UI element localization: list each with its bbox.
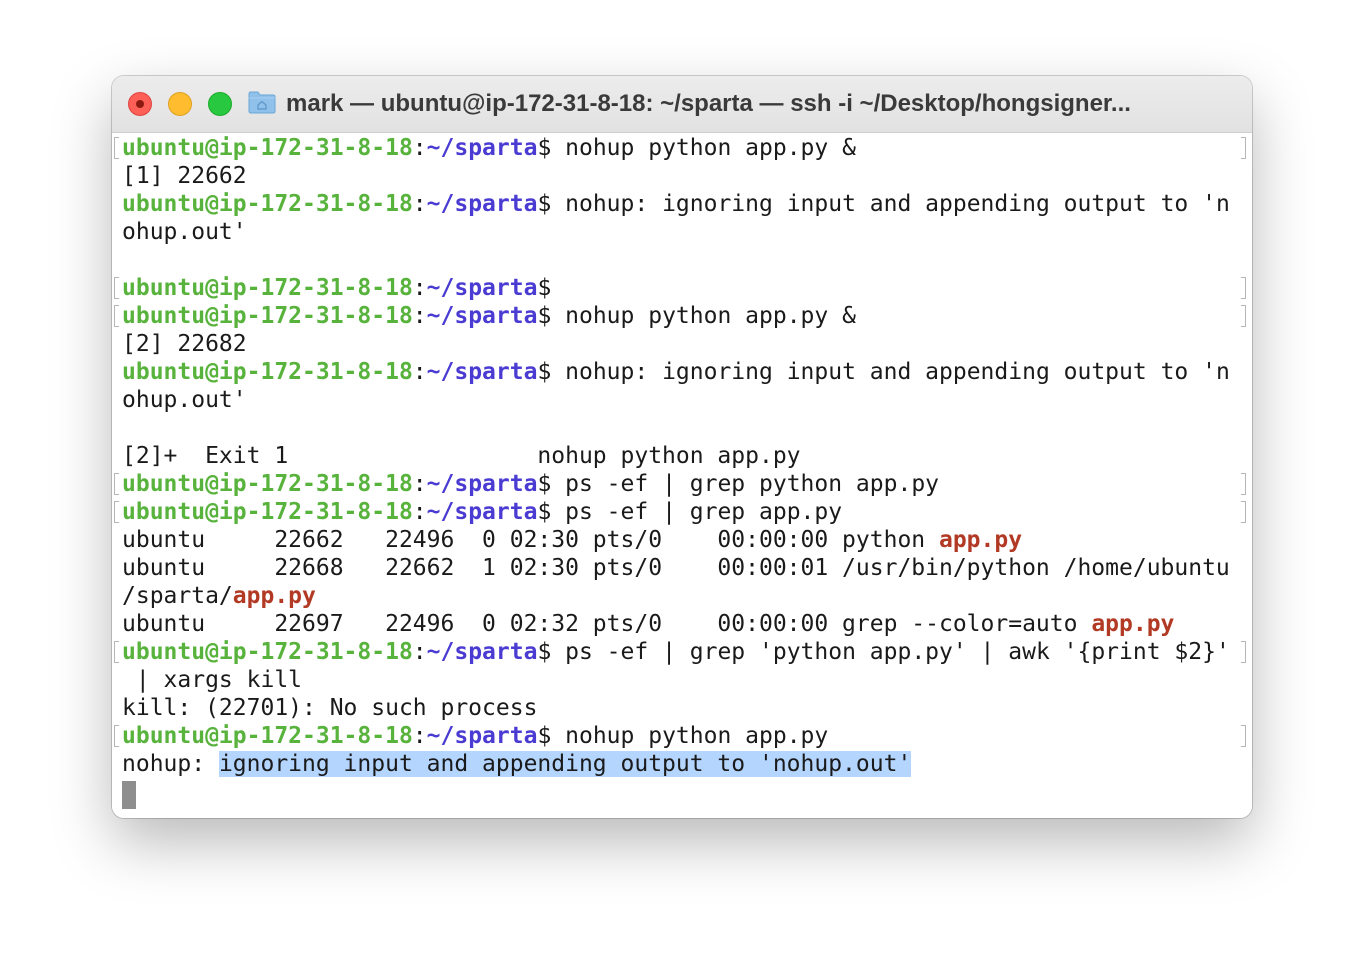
process-row-text: ubuntu 22697 22496 0 02:32 pts/0 00:00:0…: [122, 611, 1092, 637]
prompt-user-host: ubuntu@ip-172-31-8-18: [122, 639, 413, 665]
terminal-cursor: [122, 781, 136, 809]
prompt-symbol: $: [537, 275, 552, 301]
prompt-path: ~/sparta: [426, 471, 538, 497]
prompt-separator: :: [412, 359, 427, 385]
line-mark-right: [1241, 641, 1246, 663]
command-text: nohup python app.py: [551, 723, 829, 749]
prompt-line: ubuntu@ip-172-31-8-18:~/sparta$ ps -ef |…: [122, 498, 842, 526]
prompt-symbol: $: [537, 359, 552, 385]
prompt-separator: :: [412, 275, 427, 301]
prompt-user-host: ubuntu@ip-172-31-8-18: [122, 135, 413, 161]
line-mark-left: [114, 501, 119, 523]
window-title: mark — ubuntu@ip-172-31-8-18: ~/sparta —…: [286, 90, 1131, 117]
grep-match: app.py: [938, 527, 1023, 553]
output-line: kill: (22701): No such process: [122, 695, 538, 721]
prompt-separator: :: [412, 723, 427, 749]
prompt-symbol: $: [537, 303, 552, 329]
output-line: [2]+ Exit 1 nohup python app.py: [122, 443, 801, 469]
command-text: nohup python app.py &: [551, 135, 856, 161]
prompt-separator: :: [412, 135, 427, 161]
grep-match: app.py: [1091, 611, 1175, 637]
process-row-text: ubuntu 22662 22496 0 02:30 pts/0 00:00:0…: [122, 527, 939, 553]
prompt-line: ubuntu@ip-172-31-8-18:~/sparta$ nohup py…: [122, 302, 856, 330]
command-text: ps -ef | grep python app.py: [551, 471, 940, 497]
prompt-symbol: $: [537, 723, 552, 749]
process-row: ubuntu 22668 22662 1 02:30 pts/0 00:00:0…: [122, 555, 1230, 581]
prompt-user-host: ubuntu@ip-172-31-8-18: [122, 499, 413, 525]
prompt-symbol: $: [537, 499, 552, 525]
process-row: ubuntu 22662 22496 0 02:30 pts/0 00:00:0…: [122, 526, 1022, 554]
folder-icon: [248, 91, 276, 114]
prompt-path: ~/sparta: [426, 639, 538, 665]
command-text: ps -ef | grep 'python app.py' | awk '{pr…: [551, 639, 1230, 665]
command-text: nohup: ignoring input and appending outp…: [551, 359, 1230, 385]
prompt-separator: :: [412, 471, 427, 497]
output-line: | xargs kill: [122, 667, 303, 693]
line-mark-right: [1241, 725, 1246, 747]
process-row: ubuntu 22697 22496 0 02:32 pts/0 00:00:0…: [122, 610, 1174, 638]
output-line: [2] 22682: [122, 331, 247, 357]
command-text: nohup: ignoring input and appending outp…: [551, 191, 1230, 217]
prompt-separator: :: [412, 303, 427, 329]
prompt-user-host: ubuntu@ip-172-31-8-18: [122, 275, 413, 301]
title-bar[interactable]: mark — ubuntu@ip-172-31-8-18: ~/sparta —…: [112, 76, 1252, 133]
terminal-window: mark — ubuntu@ip-172-31-8-18: ~/sparta —…: [112, 76, 1252, 818]
prompt-path: ~/sparta: [426, 191, 538, 217]
prompt-line: ubuntu@ip-172-31-8-18:~/sparta$ nohup: i…: [122, 358, 1230, 386]
prompt-user-host: ubuntu@ip-172-31-8-18: [122, 303, 413, 329]
prompt-user-host: ubuntu@ip-172-31-8-18: [122, 723, 413, 749]
prompt-separator: :: [412, 499, 427, 525]
line-mark-right: [1241, 305, 1246, 327]
prompt-separator: :: [412, 639, 427, 665]
prompt-path: ~/sparta: [426, 359, 538, 385]
line-mark-left: [114, 137, 119, 159]
prompt-path: ~/sparta: [426, 135, 538, 161]
prompt-separator: :: [412, 191, 427, 217]
output-line: nohup: ignoring input and appending outp…: [122, 750, 912, 778]
line-mark-left: [114, 277, 119, 299]
prompt-line: ubuntu@ip-172-31-8-18:~/sparta$ ps -ef |…: [122, 470, 939, 498]
line-mark-left: [114, 641, 119, 663]
process-row-text: /sparta/: [122, 583, 233, 609]
prompt-path: ~/sparta: [426, 275, 538, 301]
prompt-symbol: $: [537, 639, 552, 665]
close-button[interactable]: [128, 92, 152, 116]
prompt-symbol: $: [537, 135, 552, 161]
prompt-symbol: $: [537, 191, 552, 217]
line-mark-right: [1241, 277, 1246, 299]
prompt-line: ubuntu@ip-172-31-8-18:~/sparta$ nohup py…: [122, 722, 828, 750]
prompt-line: ubuntu@ip-172-31-8-18:~/sparta$: [122, 274, 551, 302]
command-text: nohup python app.py &: [551, 303, 856, 329]
minimize-button[interactable]: [168, 92, 192, 116]
output-line: ohup.out': [122, 387, 247, 413]
line-mark-right: [1241, 501, 1246, 523]
prompt-line: ubuntu@ip-172-31-8-18:~/sparta$ nohup py…: [122, 134, 856, 162]
line-mark-left: [114, 305, 119, 327]
line-mark-left: [114, 725, 119, 747]
prompt-path: ~/sparta: [426, 499, 538, 525]
line-mark-right: [1241, 137, 1246, 159]
prompt-symbol: $: [537, 471, 552, 497]
prompt-path: ~/sparta: [426, 303, 538, 329]
zoom-button[interactable]: [208, 92, 232, 116]
command-text: ps -ef | grep app.py: [551, 499, 843, 525]
prompt-user-host: ubuntu@ip-172-31-8-18: [122, 191, 413, 217]
line-mark-right: [1241, 473, 1246, 495]
grep-match: app.py: [232, 583, 316, 609]
prompt-line: ubuntu@ip-172-31-8-18:~/sparta$ nohup: i…: [122, 190, 1230, 218]
output-line: ohup.out': [122, 219, 247, 245]
prompt-path: ~/sparta: [426, 723, 538, 749]
prompt-line: ubuntu@ip-172-31-8-18:~/sparta$ ps -ef |…: [122, 638, 1230, 666]
line-mark-left: [114, 473, 119, 495]
prompt-user-host: ubuntu@ip-172-31-8-18: [122, 359, 413, 385]
output-line: [1] 22662: [122, 163, 247, 189]
terminal-output[interactable]: ubuntu@ip-172-31-8-18:~/sparta$ nohup py…: [112, 133, 1252, 818]
process-row: /sparta/app.py: [122, 582, 316, 610]
output-text: nohup:: [122, 751, 219, 777]
prompt-user-host: ubuntu@ip-172-31-8-18: [122, 471, 413, 497]
selected-text[interactable]: ignoring input and appending output to '…: [218, 751, 912, 777]
